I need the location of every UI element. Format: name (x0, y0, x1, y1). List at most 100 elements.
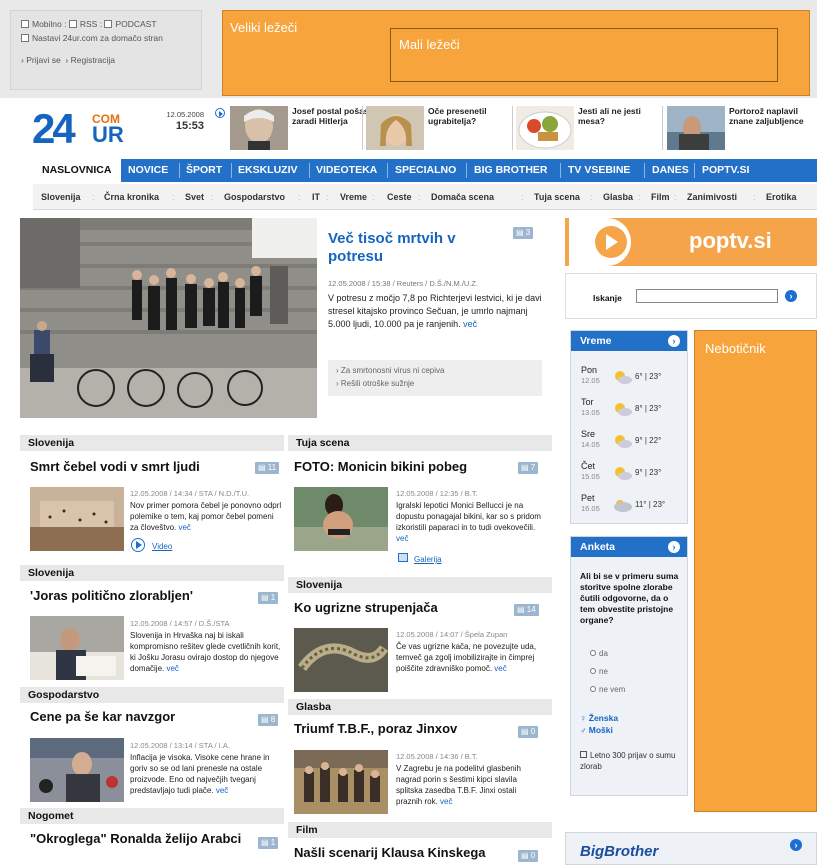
article-thumbnail[interactable] (30, 738, 124, 802)
play-icon (595, 226, 627, 258)
section-header[interactable]: Tuja scena (288, 434, 552, 451)
comment-badge[interactable]: ▤ 11 (255, 462, 280, 474)
comment-badge[interactable]: ▤ 7 (518, 462, 539, 474)
nav-item-naslovnica[interactable]: NASLOVNICA (33, 159, 121, 182)
comment-badge[interactable]: ▤ 1 (258, 837, 279, 849)
rss-link[interactable]: RSS (80, 19, 97, 29)
comment-badge[interactable]: ▤ 3 (513, 227, 534, 239)
more-link[interactable]: več (463, 319, 477, 329)
article-thumbnail[interactable] (294, 628, 388, 692)
more-link[interactable]: več (440, 797, 452, 806)
comment-badge[interactable]: ▤ 0 (518, 850, 539, 862)
subnav-item[interactable]: Film (651, 192, 670, 202)
search-input[interactable] (636, 289, 778, 303)
related-link[interactable]: Rešili otroške sužnje (341, 379, 414, 388)
poll-go-icon[interactable]: › (668, 541, 680, 553)
article-title[interactable]: Cene pa še kar navzgor (30, 709, 248, 724)
article-title[interactable]: Ko ugrizne strupenjača (294, 600, 512, 615)
poptv-banner[interactable]: poptv.si (565, 218, 817, 266)
weather-temp: 9° | 22° (635, 436, 662, 445)
article-title[interactable]: "Okroglega" Ronalda želijo Arabci (30, 831, 248, 846)
article-title[interactable]: Smrt čebel vodi v smrt ljudi (30, 459, 248, 474)
article-thumbnail[interactable] (294, 487, 388, 551)
radio-icon[interactable] (590, 686, 596, 692)
teaser-photo (516, 106, 574, 150)
lead-title[interactable]: Več tisoč mrtvih v potresu (328, 230, 508, 266)
more-link[interactable]: več (396, 534, 408, 543)
big-brother-box[interactable]: BigBrother › (565, 832, 817, 865)
related-link[interactable]: Za smrtonosni virus ni cepiva (341, 366, 445, 375)
nav-item-videoteka[interactable]: VIDEOTEKA (316, 159, 377, 182)
nav-item-big-brother[interactable]: BIG BROTHER (474, 159, 548, 182)
section-header[interactable]: Slovenija (20, 434, 284, 451)
subnav-item[interactable]: Zanimivosti (687, 192, 737, 202)
article-thumbnail[interactable] (30, 487, 124, 551)
subnav-item[interactable]: Svet (185, 192, 204, 202)
comment-count: 1 (270, 593, 276, 602)
nav-item-ekskluziv[interactable]: EKSKLUZIV (238, 159, 298, 182)
comment-badge[interactable]: ▤ 1 (258, 592, 279, 604)
comment-badge[interactable]: ▤ 8 (258, 714, 279, 726)
subnav-item[interactable]: Slovenija (41, 192, 81, 202)
section-header[interactable]: Slovenija (20, 564, 284, 581)
poll-male-button[interactable]: ♂ Moški (580, 725, 613, 735)
nav-item-danes[interactable]: DANES (652, 159, 689, 182)
article-thumbnail[interactable] (294, 750, 388, 814)
hero-photo[interactable] (20, 218, 317, 418)
comment-badge[interactable]: ▤ 14 (514, 604, 539, 616)
comment-badge[interactable]: ▤ 0 (518, 726, 539, 738)
podcast-link[interactable]: PODCAST (115, 19, 156, 29)
poll-option[interactable]: ne vem (590, 685, 625, 694)
search-go-icon[interactable]: › (785, 290, 797, 302)
more-link[interactable]: več (494, 664, 506, 673)
weather-go-icon[interactable]: › (668, 335, 680, 347)
subnav-item[interactable]: Tuja scena (534, 192, 580, 202)
section-header[interactable]: Slovenija (288, 576, 552, 593)
nav-item-specialno[interactable]: SPECIALNO (395, 159, 456, 182)
article-title[interactable]: Triumf T.B.F., poraz Jinxov (294, 721, 512, 736)
ad-skyscraper[interactable]: Nebotičnik (694, 330, 817, 812)
subnav-item[interactable]: Domača scena (431, 192, 494, 202)
poll-option[interactable]: da (590, 649, 608, 658)
video-link[interactable]: Video (152, 542, 172, 551)
nav-item-sport[interactable]: ŠPORT (186, 159, 222, 182)
gallery-link[interactable]: Galerija (414, 555, 442, 564)
article-title[interactable]: FOTO: Monicin bikini pobeg (294, 459, 512, 474)
article-title[interactable]: Našli scenarij Klausa Kinskega (294, 845, 512, 860)
register-link[interactable]: Registracija (71, 55, 115, 65)
subnav-item[interactable]: Vreme (340, 192, 367, 202)
section-header[interactable]: Film (288, 821, 552, 838)
ad-banner-small[interactable]: Mali ležeči (390, 28, 778, 82)
section-header[interactable]: Glasba (288, 698, 552, 715)
subnav-item[interactable]: Ceste (387, 192, 412, 202)
article-thumbnail[interactable] (30, 616, 124, 680)
subnav-item[interactable]: Erotika (766, 192, 797, 202)
nav-item-novice[interactable]: NOVICE (128, 159, 168, 182)
article-meta: 12.05.2008 / 12:35 / B.T. (396, 489, 478, 498)
more-link[interactable]: več (216, 786, 228, 795)
site-logo[interactable]: 24 COM UR (32, 108, 124, 150)
login-link[interactable]: Prijavi se (26, 55, 60, 65)
radio-icon[interactable] (590, 668, 596, 674)
video-play-icon[interactable] (131, 538, 145, 552)
gallery-icon[interactable] (398, 553, 408, 562)
radio-icon[interactable] (590, 650, 596, 656)
subnav-item[interactable]: Glasba (603, 192, 633, 202)
subnav-item[interactable]: IT (312, 192, 320, 202)
bb-go-icon[interactable]: › (790, 839, 802, 851)
nav-item-poptv[interactable]: POPTV.SI (702, 159, 749, 182)
nav-item-tv-vsebine[interactable]: TV VSEBINE (568, 159, 630, 182)
more-link[interactable]: več (166, 664, 178, 673)
more-link[interactable]: več (178, 523, 190, 532)
section-header[interactable]: Gospodarstvo (20, 686, 284, 703)
mobilno-link[interactable]: Mobilno (32, 19, 62, 29)
poll-option[interactable]: ne (590, 667, 608, 676)
set-homepage-link[interactable]: Nastavi 24ur.com za domačo stran (32, 33, 163, 43)
play-icon[interactable] (215, 108, 225, 118)
poll-female-button[interactable]: ♀ Ženska (580, 713, 618, 723)
article-title[interactable]: 'Joras politično zlorabljen' (30, 588, 248, 603)
subnav-item[interactable]: Črna kronika (104, 192, 159, 202)
section-header[interactable]: Nogomet (20, 807, 284, 824)
poll-footer[interactable]: Letno 300 prijav o sumu zlorab (580, 750, 684, 772)
subnav-item[interactable]: Gospodarstvo (224, 192, 285, 202)
